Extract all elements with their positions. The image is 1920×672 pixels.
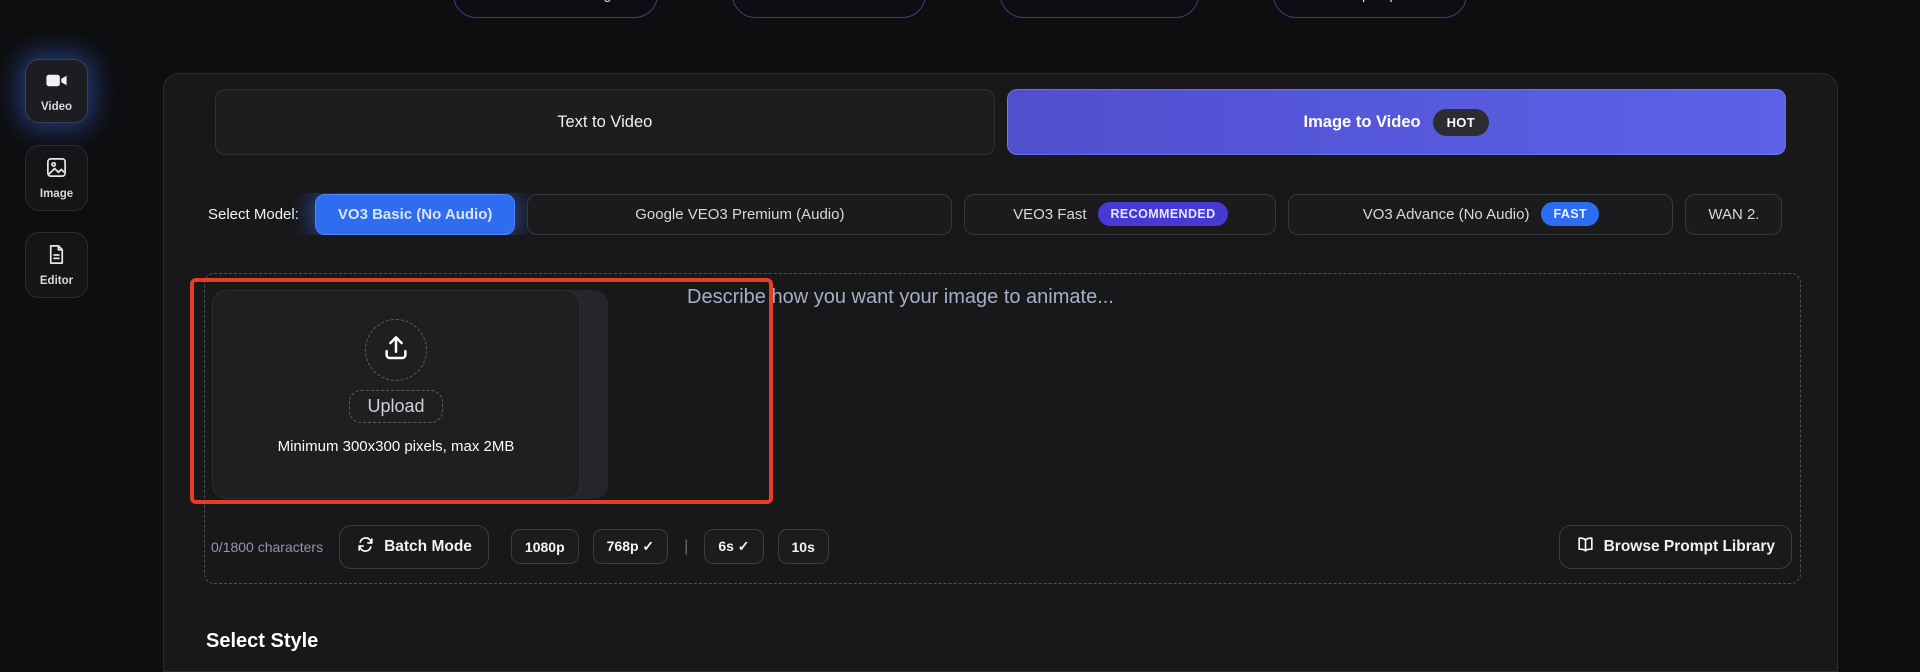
top-pill-batch-generation[interactable]: Batch Generation [731,0,926,18]
resolution-1080p-button[interactable]: 1080p [510,529,579,564]
model-selector-row: Select Model: VO3 Basic (No Audio) Googl… [208,193,1837,235]
top-pill-label: Multi-Model Engine [507,0,631,3]
sparkle-icon [1300,0,1317,5]
model-name: VO3 Basic (No Audio) [337,205,493,223]
sidebar-item-label: Video [40,101,73,113]
sidebar-item-label: Image [39,188,74,200]
top-pill-label: Batch Generation [786,0,899,3]
tab-text-to-video[interactable]: Text to Video [215,89,995,155]
tab-label: Image to Video [1303,112,1421,131]
top-pill-label: Prompt Optimizer [1327,0,1440,3]
sidebar-item-label: Editor [39,275,74,287]
resolution-duration-group: 1080p 768p ✓ | 6s ✓ 10s [510,529,829,564]
tab-label: Text to Video [557,112,653,131]
shield-icon [480,0,497,5]
character-counter: 0/1800 characters [211,538,324,555]
sidebar-item-image[interactable]: Image [25,145,88,211]
separator: | [684,537,689,555]
top-feature-bar: Multi-Model Engine Batch Generation VEO … [0,0,1920,18]
generation-controls-row: 0/1800 characters Batch Mode 1080p 768p … [211,524,1792,569]
prompt-input[interactable] [687,286,1777,516]
fast-badge: FAST [1541,202,1600,226]
tab-image-to-video[interactable]: Image to Video HOT [1006,89,1786,155]
top-pill-multi-model-engine[interactable]: Multi-Model Engine [452,0,658,18]
hot-badge: HOT [1432,108,1489,136]
upload-button[interactable]: Upload [349,390,443,423]
select-style-heading: Select Style [206,630,319,652]
top-pill-prompt-optimizer[interactable]: Prompt Optimizer [1273,0,1468,18]
model-google-veo3-premium[interactable]: Google VEO3 Premium (Audio) [527,193,953,235]
model-wan[interactable]: WAN 2. [1685,193,1783,235]
model-name: WAN 2. [1708,205,1760,223]
prompt-upload-container: Upload Minimum 300x300 pixels, max 2MB 0… [204,273,1801,584]
upload-icon-ring [365,319,427,381]
generator-panel: Text to Video Image to Video HOT Select … [163,73,1838,672]
model-name: VO3 Advance (No Audio) [1362,205,1530,223]
grid-icon [759,0,776,5]
upload-icon [381,333,411,368]
model-veo3-fast[interactable]: VEO3 Fast RECOMMENDED [964,193,1277,235]
recommended-badge: RECOMMENDED [1098,202,1228,226]
image-icon [45,156,68,184]
video-camera-icon [45,69,68,97]
image-upload-dropzone[interactable]: Upload Minimum 300x300 pixels, max 2MB [212,290,580,499]
sidebar-item-video[interactable]: Video [25,59,88,123]
top-pill-veo-bot-assistant[interactable]: VEO Bot Assistant [999,0,1200,18]
duration-10s-button[interactable]: 10s [777,529,829,564]
model-name: VEO3 Fast [1013,205,1087,223]
sidebar-item-editor[interactable]: Editor [25,232,88,298]
chat-icon [1027,0,1044,5]
batch-mode-button[interactable]: Batch Mode [339,524,489,569]
browse-prompt-library-button[interactable]: Browse Prompt Library [1558,524,1792,569]
resolution-768p-button[interactable]: 768p ✓ [592,529,669,564]
document-icon [45,243,68,271]
top-pill-label: VEO Bot Assistant [1054,0,1172,3]
batch-mode-label: Batch Mode [384,537,472,555]
model-vo3-advance[interactable]: VO3 Advance (No Audio) FAST [1288,193,1674,235]
upload-requirements: Minimum 300x300 pixels, max 2MB [277,438,515,455]
browse-library-label: Browse Prompt Library [1603,537,1775,555]
refresh-icon [356,535,375,559]
book-icon [1576,535,1595,559]
model-vo3-basic[interactable]: VO3 Basic (No Audio) [314,193,516,235]
model-name: Google VEO3 Premium (Audio) [635,205,845,223]
duration-6s-button[interactable]: 6s ✓ [704,529,764,564]
model-selector-label: Select Model: [208,205,299,223]
mode-tabs: Text to Video Image to Video HOT [215,89,1786,155]
